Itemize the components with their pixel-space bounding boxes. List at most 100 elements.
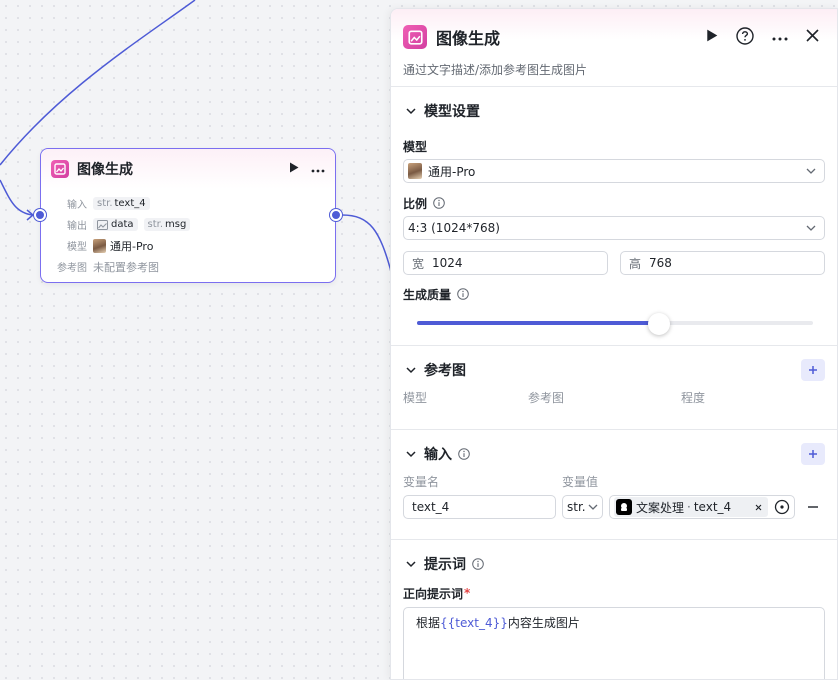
node-header: 图像生成 bbox=[41, 149, 335, 189]
reference-source: 文案处理 bbox=[636, 500, 685, 515]
height-input[interactable]: 高 768 bbox=[620, 251, 825, 275]
node-output-chip-msg: str. msg bbox=[143, 218, 191, 231]
ratio-select[interactable]: 4:3 (1024*768) bbox=[403, 216, 825, 240]
panel-description: 通过文字描述/添加参考图生成图片 bbox=[403, 63, 588, 77]
node-settings-panel: 图像生成 通过文字描述/添加参考图生成图片 模型设置 模型 通用-Pro 比例 … bbox=[390, 8, 838, 680]
section-title: 参考图 bbox=[424, 363, 466, 379]
slider-thumb[interactable] bbox=[647, 313, 670, 335]
target-picker-icon[interactable] bbox=[774, 499, 790, 515]
connection-line-in bbox=[0, 179, 34, 216]
input-port[interactable] bbox=[34, 209, 46, 221]
more-icon[interactable] bbox=[311, 162, 325, 176]
add-reference-button[interactable] bbox=[801, 359, 825, 381]
var-reference-box[interactable]: 文案处理 · text_4 bbox=[609, 495, 795, 519]
slider-fill bbox=[417, 321, 659, 325]
width-prefix: 宽 bbox=[412, 256, 425, 271]
required-mark: * bbox=[464, 586, 471, 600]
node-input-chip: str. text_4 bbox=[93, 197, 150, 210]
close-icon[interactable] bbox=[806, 29, 819, 45]
node-ref-row: 参考图 未配置参考图 bbox=[51, 256, 325, 277]
model-avatar bbox=[408, 163, 422, 179]
plus-icon bbox=[809, 366, 817, 374]
node-model-label: 模型 bbox=[67, 242, 87, 253]
image-icon bbox=[97, 219, 108, 230]
add-input-button[interactable] bbox=[801, 443, 825, 465]
chevron-down-icon bbox=[406, 367, 416, 374]
prompt-text-after: 内容生成图片 bbox=[507, 616, 580, 630]
image-app-icon bbox=[51, 160, 69, 178]
quality-label-text: 生成质量 bbox=[403, 287, 452, 302]
reference-column-headers: 模型 参考图 程度 bbox=[403, 386, 825, 408]
width-input[interactable]: 宽 1024 bbox=[403, 251, 608, 275]
node-output-label: 输出 bbox=[67, 221, 87, 232]
run-icon[interactable] bbox=[289, 162, 299, 176]
var-name-input[interactable]: text_4 bbox=[403, 495, 556, 519]
model-select[interactable]: 通用-Pro bbox=[403, 159, 825, 183]
info-icon[interactable] bbox=[472, 558, 484, 570]
width-value: 1024 bbox=[432, 256, 463, 270]
connection-line-out bbox=[341, 214, 393, 276]
model-field-label: 模型 bbox=[403, 139, 428, 154]
model-settings-header[interactable]: 模型设置 bbox=[403, 87, 825, 135]
model-avatar bbox=[93, 238, 106, 253]
prompt-header[interactable]: 提示词 bbox=[403, 540, 825, 588]
col-var-value: 变量值 bbox=[562, 474, 599, 489]
section-title: 输入 bbox=[424, 447, 452, 463]
input-column-headers: 变量名 变量值 bbox=[403, 470, 825, 492]
positive-prompt-text: 正向提示词 bbox=[403, 586, 464, 601]
node-model-value: 通用-Pro bbox=[110, 239, 154, 253]
run-icon[interactable] bbox=[706, 29, 718, 45]
height-value: 768 bbox=[649, 256, 672, 270]
input-section: 输入 变量名 变量值 text_4 str. 文案处理 · text_4 bbox=[391, 430, 837, 540]
image-generation-node[interactable]: 图像生成 输入 str. text_4 输出 data str. msg 模型 通 bbox=[34, 148, 342, 283]
model-select-value: 通用-Pro bbox=[428, 164, 476, 179]
node-input-label: 输入 bbox=[67, 200, 87, 211]
model-settings-section: 模型设置 模型 通用-Pro 比例 4:3 (1024*768) 宽 1024 … bbox=[391, 87, 837, 346]
positive-prompt-textarea[interactable]: 根据{{text_4}}内容生成图片 bbox=[403, 607, 825, 679]
quality-slider[interactable] bbox=[417, 313, 813, 335]
reference-variable: text_4 bbox=[693, 500, 732, 514]
prompt-template-variable: {{text_4}} bbox=[440, 616, 508, 630]
reference-separator: · bbox=[687, 500, 691, 514]
chip-value: msg bbox=[165, 219, 187, 230]
node-output-row: 输出 data str. msg bbox=[51, 214, 325, 235]
chevron-down-icon bbox=[806, 168, 816, 174]
chip-value: data bbox=[111, 219, 134, 230]
node-output-chip-data: data bbox=[93, 218, 138, 231]
info-icon[interactable] bbox=[458, 448, 470, 460]
reference-section: 参考图 模型 参考图 程度 bbox=[391, 346, 837, 430]
panel-header: 图像生成 通过文字描述/添加参考图生成图片 bbox=[391, 9, 837, 87]
image-app-icon bbox=[403, 25, 427, 49]
ratio-label-text: 比例 bbox=[403, 196, 428, 211]
var-type-select[interactable]: str. bbox=[562, 495, 603, 519]
connection-line-top bbox=[0, 0, 196, 166]
chevron-down-icon bbox=[406, 561, 416, 568]
node-title: 图像生成 bbox=[77, 162, 133, 178]
chevron-down-icon bbox=[406, 108, 416, 115]
node-model-row: 模型 通用-Pro bbox=[51, 235, 325, 256]
col-ref: 参考图 bbox=[528, 390, 565, 405]
node-ref-value: 未配置参考图 bbox=[93, 260, 159, 274]
panel-title: 图像生成 bbox=[436, 29, 501, 48]
col-degree: 程度 bbox=[681, 390, 706, 405]
positive-prompt-label: 正向提示词 * bbox=[403, 582, 825, 604]
remove-variable-icon[interactable] bbox=[801, 506, 825, 508]
help-icon[interactable] bbox=[736, 26, 754, 48]
chevron-down-icon bbox=[806, 225, 816, 231]
prompt-text-before: 根据 bbox=[416, 616, 441, 630]
info-icon[interactable] bbox=[433, 197, 445, 209]
col-var-name: 变量名 bbox=[403, 474, 440, 489]
info-icon[interactable] bbox=[457, 288, 469, 300]
node-ref-label: 参考图 bbox=[57, 263, 87, 274]
chevron-down-icon bbox=[588, 504, 598, 510]
output-port[interactable] bbox=[330, 209, 342, 221]
type-prefix: str. bbox=[97, 198, 113, 209]
clear-reference-icon[interactable] bbox=[755, 500, 762, 514]
more-icon[interactable] bbox=[772, 30, 788, 44]
var-type-value: str. bbox=[567, 500, 586, 514]
reference-chip[interactable]: 文案处理 · text_4 bbox=[614, 497, 769, 517]
bot-icon bbox=[616, 499, 632, 515]
ratio-field-label: 比例 bbox=[403, 192, 825, 214]
node-input-row: 输入 str. text_4 bbox=[51, 193, 325, 214]
quality-field-label: 生成质量 bbox=[403, 283, 825, 305]
